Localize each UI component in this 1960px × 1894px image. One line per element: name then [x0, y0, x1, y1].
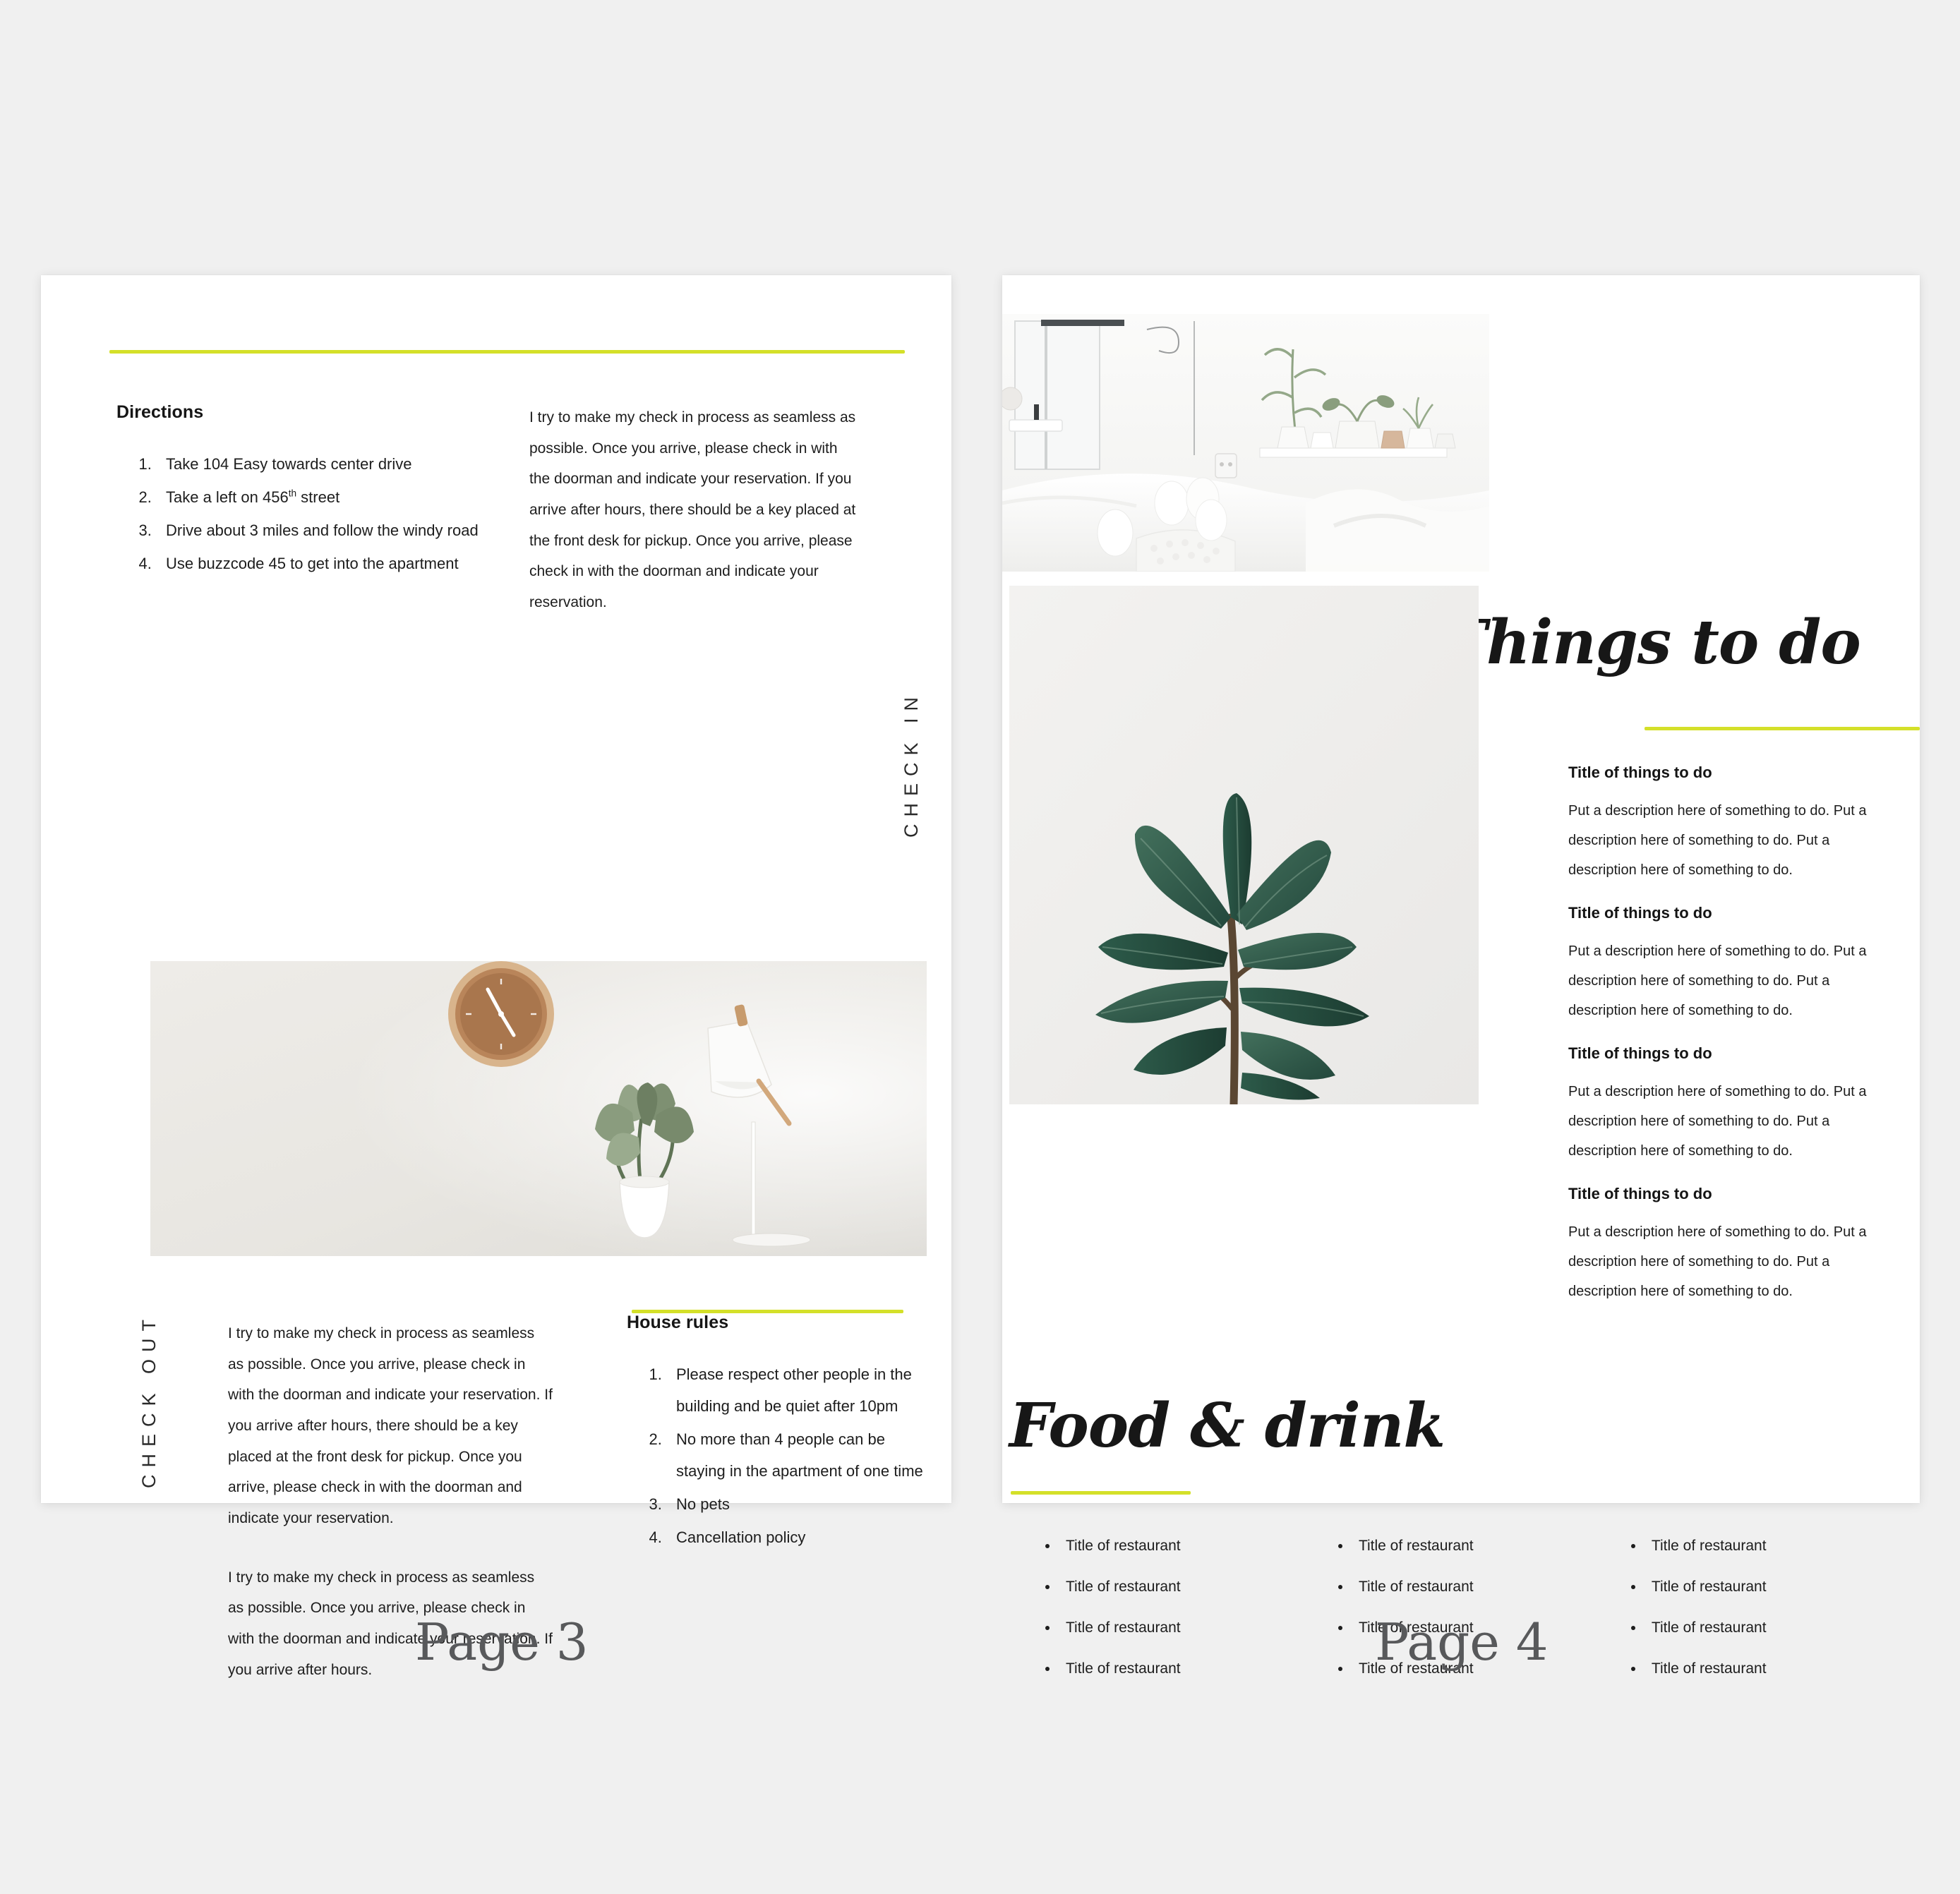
directions-list-item: Take a left on 456th street [156, 481, 491, 513]
restaurant-list-item: Title of restaurant [1352, 1538, 1606, 1553]
bedroom-photo [1002, 314, 1489, 572]
things-to-do-block-description: Put a description here of something to d… [1568, 803, 1867, 878]
house-rules-section: House rules Please respect other people … [627, 1313, 937, 1555]
house-rules-list: Please respect other people in the build… [627, 1358, 937, 1554]
things-to-do-block-description: Put a description here of something to d… [1568, 1084, 1867, 1159]
bedroom-photo-graphic [1002, 314, 1489, 572]
plant-photo [1009, 586, 1479, 1104]
food-and-drink-title: Food & drink [1009, 1390, 1445, 1461]
check-in-vertical-label: CHECK IN [901, 690, 922, 838]
restaurant-list-item: Title of restaurant [1645, 1620, 1899, 1635]
page-card-right: Things to do Title of things to do Put a… [1002, 275, 1920, 1676]
check-out-vertical-label: CHECK OUT [138, 1313, 160, 1489]
house-rules-heading: House rules [627, 1313, 729, 1332]
things-to-do-block-title: Title of things to do [1568, 1185, 1712, 1202]
house-rules-list-item: Cancellation policy [666, 1521, 937, 1553]
accent-rule-house-rules [632, 1310, 903, 1313]
restaurant-list-item: Title of restaurant [1352, 1579, 1606, 1594]
accent-rule-things-to-do [1645, 727, 1920, 730]
restaurant-list-item: Title of restaurant [1059, 1620, 1313, 1635]
restaurant-list-item: Title of restaurant [1059, 1661, 1313, 1676]
things-to-do-block-description: Put a description here of something to d… [1568, 943, 1867, 1018]
check-in-text-column: I try to make my check in process as sea… [529, 402, 861, 646]
directions-list: Take 104 Easy towards center driveTake a… [116, 448, 491, 579]
things-to-do-title: Things to do [1442, 607, 1861, 678]
page-caption-right: Page 4 [1375, 1612, 1549, 1672]
page-card-left: Directions Take 104 Easy towards center … [41, 275, 951, 1678]
things-to-do-block-description: Put a description here of something to d… [1568, 1224, 1867, 1299]
things-to-do-block: Title of things to do Put a description h… [1568, 1044, 1897, 1166]
restaurant-column: Title of restaurant Title of restaurant Ti… [1606, 1538, 1899, 1702]
check-out-paragraph-1: I try to make my check in process as sea… [228, 1325, 553, 1527]
restaurant-list-item: Title of restaurant [1645, 1538, 1899, 1553]
restaurant-column: Title of restaurant Title of restaurant Ti… [1020, 1538, 1313, 1702]
accent-rule-food-and-drink [1011, 1491, 1191, 1495]
check-in-paragraph: I try to make my check in process as sea… [529, 409, 856, 611]
restaurant-list-item: Title of restaurant [1645, 1579, 1899, 1594]
things-to-do-block: Title of things to do Put a description h… [1568, 904, 1897, 1025]
house-rules-list-item: No pets [666, 1488, 937, 1520]
things-to-do-block-title: Title of things to do [1568, 904, 1712, 922]
directions-list-item: Drive about 3 miles and follow the windy… [156, 514, 491, 546]
things-to-do-block: Title of things to do Put a description h… [1568, 764, 1897, 885]
directions-section: Directions Take 104 Easy towards center … [116, 402, 491, 581]
accent-rule-top [109, 350, 905, 354]
directions-list-item: Take 104 Easy towards center drive [156, 448, 491, 480]
directions-heading: Directions [116, 402, 204, 422]
restaurant-list-item: Title of restaurant [1645, 1661, 1899, 1676]
things-to-do-block: Title of things to do Put a description h… [1568, 1185, 1897, 1306]
plant-photo-graphic [1009, 586, 1479, 1104]
things-to-do-blocks: Title of things to do Put a description h… [1568, 764, 1897, 1325]
interior-photo-graphic [150, 961, 927, 1256]
things-to-do-block-title: Title of things to do [1568, 764, 1712, 781]
house-rules-list-item: Please respect other people in the build… [666, 1358, 937, 1422]
restaurant-list-item: Title of restaurant [1059, 1538, 1313, 1553]
house-rules-list-item: No more than 4 people can be staying in … [666, 1423, 937, 1487]
restaurant-list: Title of restaurant Title of restaurant Ti… [1606, 1538, 1899, 1676]
interior-photo [150, 961, 927, 1256]
directions-list-item: Use buzzcode 45 to get into the apartmen… [156, 548, 491, 579]
things-to-do-block-title: Title of things to do [1568, 1044, 1712, 1062]
page-caption-left: Page 3 [415, 1612, 589, 1672]
restaurant-list-item: Title of restaurant [1059, 1579, 1313, 1594]
restaurant-list: Title of restaurant Title of restaurant Ti… [1020, 1538, 1313, 1676]
